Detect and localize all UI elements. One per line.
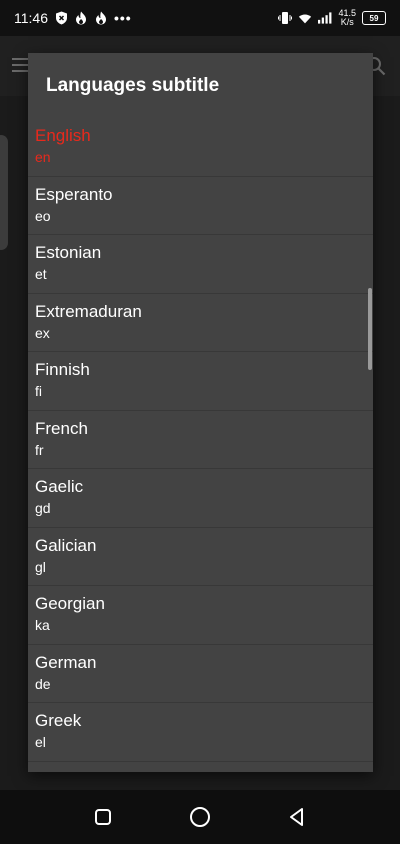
language-code: ka [35,617,50,633]
status-right: 41.5 K/s 59 [278,9,386,27]
language-item-estonian[interactable]: Estonian et [28,235,373,294]
language-name: German [35,652,97,672]
battery-icon: 59 [362,11,386,25]
battery-level: 59 [369,13,379,23]
status-left: 11:46 ••• [14,10,132,26]
language-item-greek[interactable]: Greek el [28,703,373,762]
network-speed: 41.5 K/s [338,9,356,27]
language-code: ex [35,324,50,341]
status-bar: 11:46 ••• 41.5 K/s 59 [0,0,400,36]
language-code: en [35,149,51,165]
background-card [0,135,8,250]
language-code: gl [35,558,46,575]
language-name: Extremaduran [35,301,142,321]
language-item-extremaduran[interactable]: Extremaduran ex [28,294,373,352]
language-name: Gaelic [35,477,84,496]
language-name: Georgian [35,594,105,613]
shield-x-icon [54,11,68,25]
language-item-galician[interactable]: Galician gl [28,528,373,586]
language-name: Greek [35,711,82,730]
back-icon[interactable] [284,804,310,830]
language-name: English [35,126,91,145]
language-item-english[interactable]: English en [28,118,373,177]
language-item-finnish[interactable]: Finnish fi [28,352,373,411]
vibrate-icon [278,11,293,25]
dialog-title: Languages subtitle [46,75,220,96]
language-item-gaelic[interactable]: Gaelic gd [28,469,373,528]
list-scrollbar[interactable] [368,288,372,370]
wifi-icon [298,11,312,25]
language-code: el [35,734,46,750]
language-code: et [35,266,47,282]
fire-icon [94,11,108,25]
language-name: Galician [35,535,97,555]
fire-icon [74,11,88,25]
language-item-german[interactable]: German de [28,645,373,703]
languages-dialog: Languages subtitle English en Esperanto … [28,53,373,772]
language-code: fr [35,441,44,458]
language-code: gd [35,500,51,516]
language-code: de [35,675,51,692]
language-name: Esperanto [35,184,113,204]
language-name: French [35,418,88,438]
language-list[interactable]: English en Esperanto eo Estonian et Extr… [28,118,373,772]
language-code: eo [35,207,51,224]
language-name: Finnish [35,360,90,379]
status-time: 11:46 [14,10,48,26]
navigation-bar [0,790,400,844]
speed-unit: K/s [340,17,354,27]
language-code: fi [35,383,42,399]
language-item-french[interactable]: French fr [28,411,373,469]
more-notifications-icon: ••• [114,10,132,26]
language-name: Estonian [35,243,102,262]
recent-apps-icon[interactable] [90,804,116,830]
home-icon[interactable] [187,804,213,830]
language-item-georgian[interactable]: Georgian ka [28,586,373,645]
language-item-esperanto[interactable]: Esperanto eo [28,177,373,235]
signal-icon [318,11,332,25]
